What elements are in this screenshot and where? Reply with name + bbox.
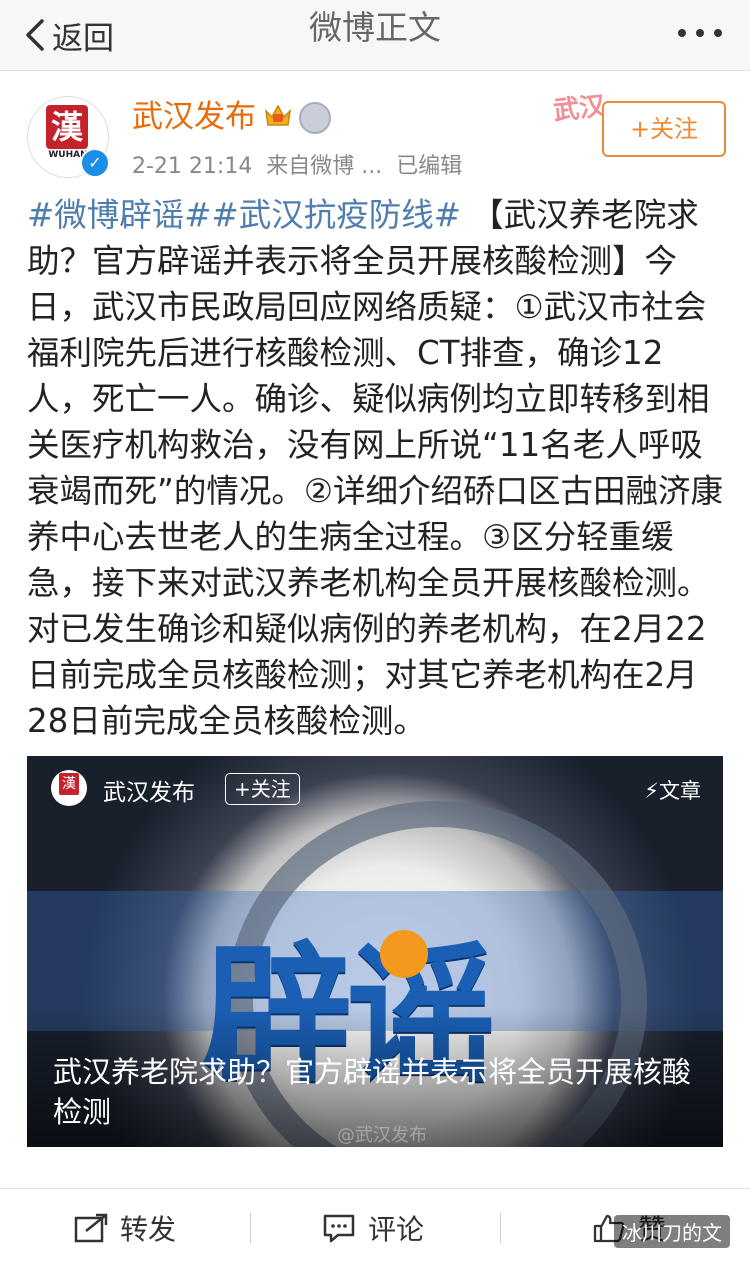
- medal-badge-icon[interactable]: [299, 102, 331, 134]
- overlay-watermark: 冰川刀的文: [614, 1215, 730, 1248]
- page-title: 微博正文: [309, 8, 441, 47]
- repost-button[interactable]: 转发: [74, 1189, 176, 1266]
- avatar-seal-icon: 漢: [46, 105, 88, 149]
- comment-label: 评论: [368, 1212, 425, 1246]
- article-card[interactable]: 辟谣 漢 武汉发布 +关注 ⚡文章 武汉养老院求助？官方辟谣并表示将全员开展核酸…: [27, 756, 723, 1147]
- weibo-rumor-logo-icon: [380, 930, 428, 978]
- post-text: 【武汉养老院求助？官方辟谣并表示将全员开展核酸检测】今日，武汉市民政局回应网络质…: [27, 196, 723, 740]
- post-body: #微博辟谣##武汉抗疫防线# 【武汉养老院求助？官方辟谣并表示将全员开展核酸检测…: [27, 192, 727, 744]
- more-menu-button[interactable]: [678, 22, 728, 44]
- verified-badge-icon: ✓: [80, 148, 110, 178]
- more-dot-icon: [696, 29, 704, 37]
- comment-icon: [323, 1214, 355, 1242]
- repost-icon: [74, 1213, 108, 1242]
- lightning-icon: ⚡: [644, 779, 659, 803]
- card-author[interactable]: 武汉发布: [103, 773, 195, 807]
- toolbar-divider: [250, 1213, 251, 1243]
- author-name[interactable]: 武汉发布: [132, 96, 256, 138]
- crown-badge-icon[interactable]: [264, 103, 292, 129]
- card-watermark: @武汉发布: [337, 1125, 427, 1146]
- nav-bar: 返回 微博正文: [0, 0, 750, 71]
- card-avatar-seal-icon: 漢: [59, 773, 79, 795]
- comment-button[interactable]: 评论: [322, 1189, 424, 1266]
- hashtag-link[interactable]: #武汉抗疫防线#: [211, 196, 460, 234]
- more-dot-icon: [714, 29, 722, 37]
- card-follow-button[interactable]: +关注: [225, 773, 300, 805]
- card-type-label: 文章: [659, 779, 701, 803]
- header-stamp: 武汉: [551, 91, 607, 127]
- post-meta: 2-21 21:14 来自微博 ... 已编辑: [132, 154, 463, 179]
- follow-button[interactable]: +关注: [602, 101, 726, 157]
- hashtag-link[interactable]: #微博辟谣#: [27, 196, 211, 234]
- card-avatar[interactable]: 漢: [51, 770, 87, 806]
- more-dot-icon: [678, 29, 686, 37]
- repost-label: 转发: [120, 1212, 177, 1246]
- card-type: ⚡文章: [644, 775, 701, 805]
- card-title: 武汉养老院求助？官方辟谣并表示将全员开展核酸检测: [53, 1055, 692, 1129]
- toolbar-divider: [500, 1213, 501, 1243]
